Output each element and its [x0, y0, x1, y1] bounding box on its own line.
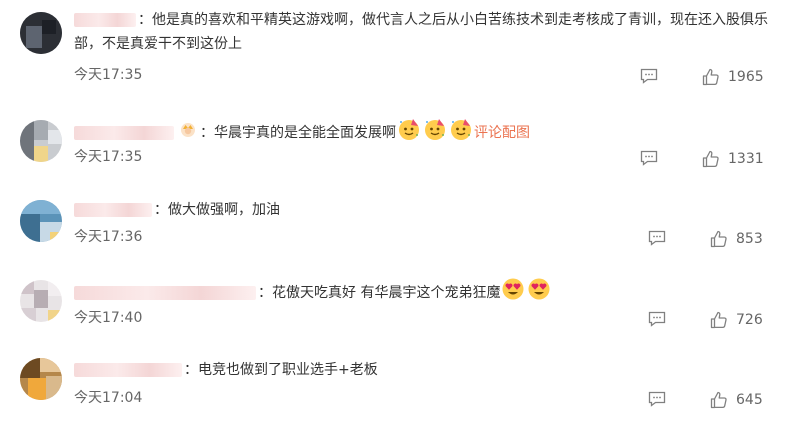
comment-time: 今天17:04 — [74, 390, 143, 406]
comment-time: 今天17:35 — [74, 149, 143, 165]
username-blurred[interactable] — [74, 363, 182, 377]
comment-text: ：华晨宇真的是全能全面发展啊 — [200, 125, 396, 141]
comment-time: 今天17:40 — [74, 310, 143, 326]
comment-text: ：花傲天吃真好 有华晨宇这个宠弟狂魔 — [258, 285, 501, 301]
comment-text: ：做大做强啊，加油 — [154, 202, 280, 218]
comment-time: 今天17:36 — [74, 229, 143, 245]
reply-button[interactable] — [648, 230, 666, 246]
like-count: 645 — [736, 392, 763, 408]
like-button[interactable]: 853 — [710, 230, 763, 248]
like-button[interactable]: 1331 — [702, 150, 764, 168]
party-face-emoji — [423, 117, 447, 149]
thumbs-up-icon — [710, 230, 727, 248]
like-count: 726 — [736, 312, 763, 328]
comment-item: ：电竞也做到了职业选手+老板 今天17:04 645 — [0, 346, 786, 431]
avatar[interactable] — [20, 200, 62, 242]
avatar[interactable] — [20, 120, 62, 162]
username-blurred[interactable] — [74, 13, 136, 27]
like-button[interactable]: 645 — [710, 391, 763, 409]
reply-button[interactable] — [640, 150, 658, 166]
comment-text: ：电竞也做到了职业选手+老板 — [184, 362, 378, 378]
thumbs-up-icon — [702, 68, 719, 86]
heart-eyes-emoji — [527, 277, 551, 309]
thumbs-up-icon — [710, 391, 727, 409]
comment-icon — [648, 230, 666, 246]
comment-icon — [640, 68, 658, 84]
comment-icon — [648, 311, 666, 327]
comment-item: ：他是真的喜欢和平精英这游戏啊，做代言人之后从小白苦练技术到走考核成了青训，现在… — [0, 0, 786, 86]
like-count: 1331 — [728, 151, 764, 167]
like-count: 1965 — [728, 69, 764, 85]
like-count: 853 — [736, 231, 763, 247]
reply-button[interactable] — [640, 68, 658, 84]
party-face-emoji — [397, 117, 421, 149]
party-face-emoji — [449, 117, 473, 149]
username-blurred[interactable] — [74, 126, 174, 140]
comment-icon — [640, 150, 658, 166]
comment-item: ：华晨宇真的是全能全面发展啊 评论配图 今天17:35 1331 — [0, 100, 786, 184]
comment-item: ：花傲天吃真好 有华晨宇这个宠弟狂魔 今天17:40 726 — [0, 266, 786, 342]
thumbs-up-icon — [710, 311, 727, 329]
comment-time: 今天17:35 — [74, 67, 143, 83]
username-blurred[interactable] — [74, 286, 256, 300]
crown-badge-icon — [179, 120, 197, 146]
comment-image-link[interactable]: 评论配图 — [474, 125, 530, 141]
like-button[interactable]: 726 — [710, 311, 763, 329]
avatar[interactable] — [20, 12, 62, 54]
like-button[interactable]: 1965 — [702, 68, 764, 86]
reply-button[interactable] — [648, 391, 666, 407]
thumbs-up-icon — [702, 150, 719, 168]
username-blurred[interactable] — [74, 203, 152, 217]
avatar[interactable] — [20, 280, 62, 322]
heart-eyes-emoji — [501, 277, 525, 309]
avatar[interactable] — [20, 358, 62, 400]
comment-text: ：他是真的喜欢和平精英这游戏啊，做代言人之后从小白苦练技术到走考核成了青训，现在… — [74, 12, 768, 52]
comment-icon — [648, 391, 666, 407]
comment-item: ：做大做强啊，加油 今天17:36 853 — [0, 186, 786, 262]
reply-button[interactable] — [648, 311, 666, 327]
